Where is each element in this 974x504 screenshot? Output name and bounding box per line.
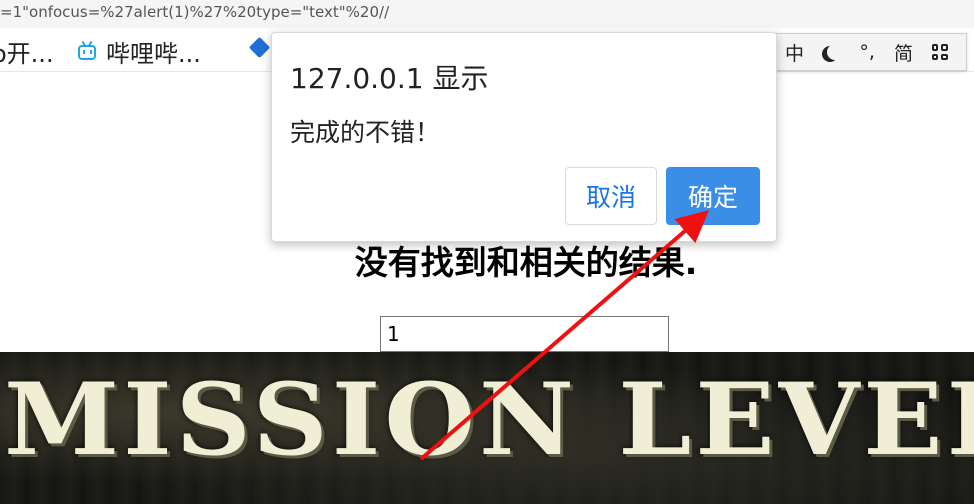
bookmark-label: o开...	[0, 40, 54, 68]
bookmark-item-cube[interactable]	[248, 36, 271, 59]
grid-icon	[931, 44, 948, 60]
bilibili-tv-icon	[78, 45, 96, 60]
ime-punctuation-toggle[interactable]: °,	[857, 41, 877, 63]
banner-title: MISSION LEVEL 10	[4, 361, 974, 478]
ok-button[interactable]: 确定	[666, 167, 760, 225]
mission-banner: MISSION LEVEL 10	[0, 352, 974, 504]
browser-viewport: =1"onfocus=%27alert(1)%27%20type="text"%…	[0, 0, 974, 504]
moon-icon	[827, 44, 843, 60]
cube-icon	[248, 36, 271, 59]
cancel-button[interactable]: 取消	[565, 167, 657, 225]
search-input[interactable]	[380, 316, 669, 352]
bookmark-item[interactable]: o开...	[0, 34, 54, 69]
bookmark-label: 哔哩哔...	[106, 40, 201, 68]
dialog-message: 完成的不错！	[290, 118, 441, 147]
ime-menu-button[interactable]	[930, 44, 950, 60]
result-heading: 没有找到和相关的结果.	[354, 243, 698, 282]
alert-dialog: 127.0.0.1 显示 完成的不错！ 取消 确定	[271, 32, 777, 242]
ime-language-toggle[interactable]: 中	[784, 39, 804, 66]
ime-script-toggle[interactable]: 简	[893, 39, 913, 66]
ime-night-mode-button[interactable]	[821, 44, 841, 60]
bookmark-bilibili[interactable]: 哔哩哔...	[78, 34, 201, 69]
address-bar[interactable]: =1"onfocus=%27alert(1)%27%20type="text"%…	[0, 0, 974, 28]
url-text: =1"onfocus=%27alert(1)%27%20type="text"%…	[0, 3, 390, 21]
dialog-title: 127.0.0.1 显示	[290, 62, 489, 95]
